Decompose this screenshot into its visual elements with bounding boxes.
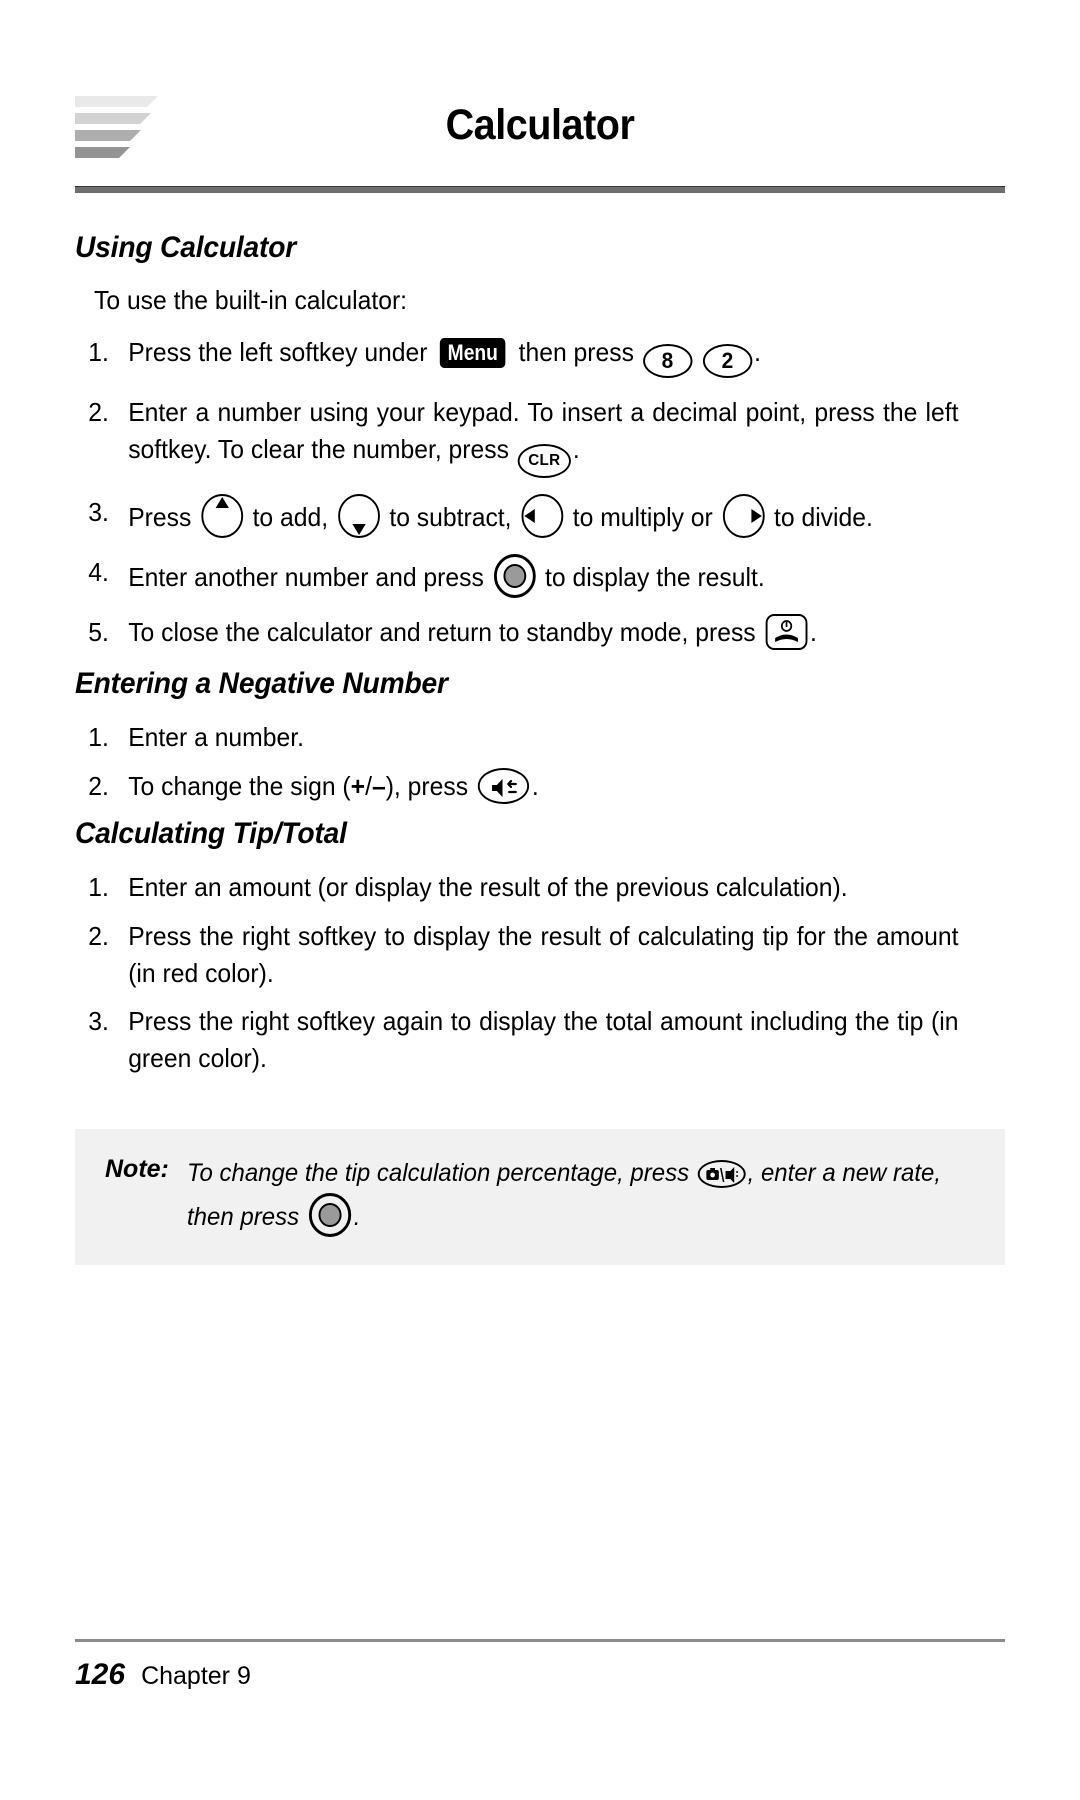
note-label: Note: — [105, 1155, 169, 1184]
step-list: 1. Enter a number. 2. To change the sign (+… — [75, 719, 1005, 805]
section-heading: Entering a Negative Number — [75, 666, 448, 700]
page-footer: 126 Chapter 9 — [75, 1639, 1005, 1692]
note-text: To change the tip calculation percentage… — [187, 1155, 944, 1237]
step-number: 3. — [88, 497, 109, 527]
manual-page: Calculator Using Calculator To use the bu… — [0, 0, 1080, 1800]
step-text: To close the calculator and return to st… — [128, 614, 817, 650]
step-text: Press to add, to subtract, to multiply o… — [128, 494, 873, 538]
note-box: Note: To change the tip calculation perc… — [75, 1129, 1005, 1265]
step-number: 2. — [88, 920, 109, 951]
section-heading: Calculating Tip/Total — [75, 816, 347, 850]
step-item: 3. Press the right softkey again to displ… — [75, 1003, 959, 1077]
step-list: 1. Press the left softkey under Menu then… — [75, 334, 1005, 651]
end-key-icon[interactable] — [765, 614, 808, 650]
speaker-key-icon[interactable] — [477, 767, 530, 804]
step-text: Press the right softkey to display the r… — [128, 920, 959, 988]
step-text: Enter another number and press to displa… — [128, 554, 765, 598]
step-item: 1. Press the left softkey under Menu then… — [75, 334, 959, 379]
end-call-glyph — [774, 620, 798, 642]
step-item: 2. Enter a number using your keypad. To i… — [75, 394, 959, 478]
page-header: Calculator — [75, 92, 1005, 174]
step-number: 1. — [88, 871, 109, 902]
footer-row: 126 Chapter 9 — [75, 1658, 1005, 1692]
footer-divider — [75, 1639, 1005, 1642]
step-number: 3. — [88, 1006, 109, 1037]
step-text: Enter a number. — [128, 721, 304, 752]
nav-up-key-icon[interactable] — [201, 494, 243, 538]
nav-right-key-icon[interactable] — [722, 494, 765, 538]
section-intro: To use the built-in calculator: — [94, 285, 408, 315]
ok-key-icon[interactable] — [493, 554, 536, 598]
key-8-icon[interactable]: 8 — [642, 344, 693, 379]
step-text: Enter an amount (or display the result o… — [128, 871, 848, 902]
nav-down-key-icon[interactable] — [337, 494, 380, 538]
step-number: 1. — [88, 721, 109, 752]
nav-left-key-icon[interactable] — [521, 494, 564, 538]
camera-mode-key-icon[interactable] — [697, 1160, 746, 1189]
key-2-icon[interactable]: 2 — [702, 344, 753, 379]
chapter-label: Chapter 9 — [141, 1662, 251, 1690]
step-text: To change the sign (+/–), press . — [128, 767, 539, 804]
speaker-glyph — [492, 778, 517, 797]
ok-key-center — [503, 564, 526, 588]
step-item: 1. Enter a number. — [75, 719, 959, 756]
step-number: 4. — [88, 557, 109, 587]
page-number: 126 — [75, 1658, 126, 1691]
arrow-left-icon — [524, 509, 535, 523]
key-clr-icon[interactable]: CLR — [517, 444, 571, 478]
ok-key-icon[interactable] — [308, 1192, 351, 1237]
camera-mode-glyph — [706, 1167, 738, 1184]
arrow-right-icon — [750, 509, 762, 523]
ok-key-center — [318, 1202, 342, 1227]
arrow-up-icon — [215, 497, 229, 508]
arrow-down-icon — [352, 524, 366, 535]
page-content: Using Calculator To use the built-in calc… — [75, 193, 1005, 1265]
step-number: 2. — [88, 397, 109, 428]
header-divider — [75, 186, 1005, 193]
step-item: 2. To change the sign (+/–), press . — [75, 767, 959, 805]
section-heading: Using Calculator — [75, 231, 297, 264]
step-text: Press the right softkey again to display… — [128, 1006, 959, 1074]
step-item: 5. To close the calculator and return to … — [75, 614, 959, 651]
step-number: 1. — [88, 337, 109, 368]
step-number: 5. — [88, 617, 109, 647]
step-item: 4. Enter another number and press to disp… — [75, 554, 959, 598]
sections-container: Using Calculator To use the built-in calc… — [75, 231, 1005, 1077]
sign-symbol: – — [371, 770, 386, 801]
step-item: 3. Press to add, to subtract, to multiply… — [75, 494, 959, 538]
step-list: 1. Enter an amount (or display the result… — [75, 869, 1005, 1078]
page-title: Calculator — [445, 101, 635, 149]
step-text: Enter a number using your keypad. To ins… — [128, 397, 958, 478]
sign-symbol: + — [350, 770, 366, 801]
menu-softkey-badge[interactable]: Menu — [440, 338, 507, 369]
step-number: 2. — [88, 770, 109, 801]
step-item: 1. Enter an amount (or display the result… — [75, 869, 959, 906]
step-item: 2. Press the right softkey to display the… — [75, 918, 959, 992]
step-text: Press the left softkey under Menu then p… — [128, 337, 761, 379]
